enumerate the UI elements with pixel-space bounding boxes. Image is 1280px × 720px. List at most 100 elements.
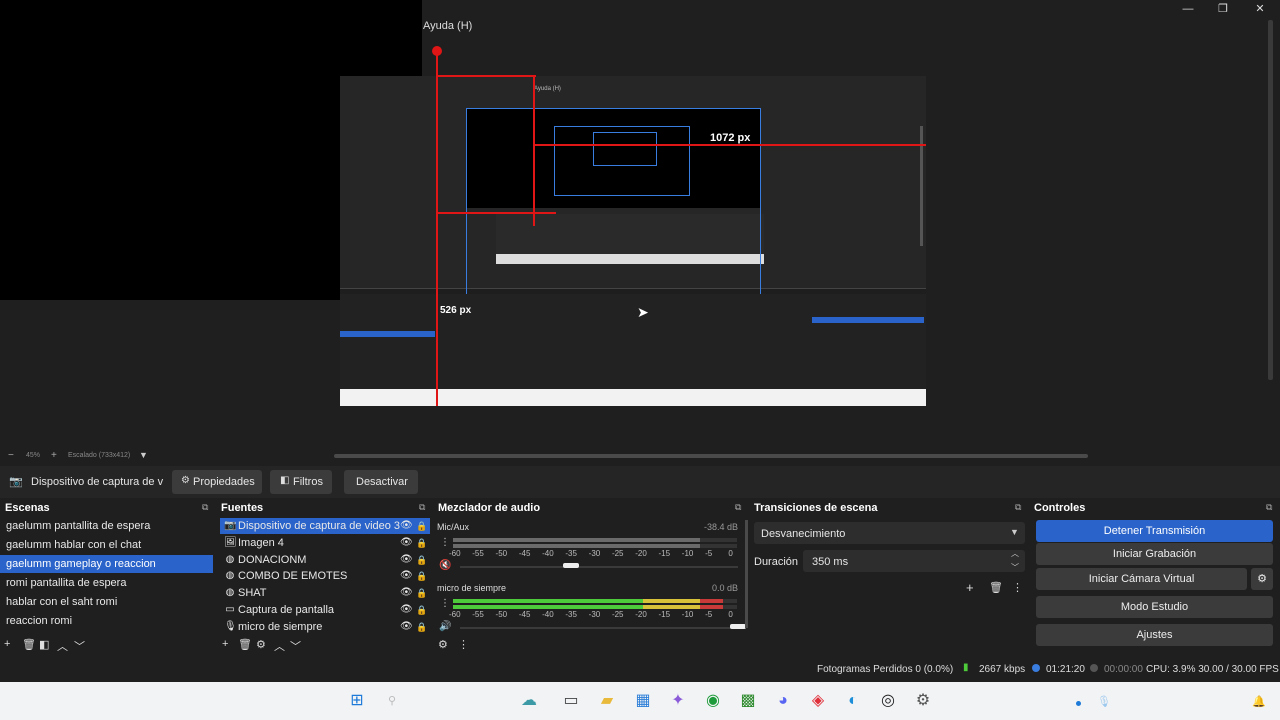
remove-scene-icon[interactable]: 🗑 xyxy=(22,638,36,651)
transitions-undock-icon[interactable]: ⧉ xyxy=(1015,502,1025,512)
volume-fader-handle[interactable] xyxy=(562,563,579,568)
preview-area[interactable]: Ayuda (H) xyxy=(340,76,926,406)
sources-title: Fuentes xyxy=(221,502,264,514)
browser-icon: ◍ xyxy=(225,587,235,599)
volume-fader-handle[interactable] xyxy=(730,624,746,629)
discord-icon[interactable]: ◕ xyxy=(772,690,794,712)
copilot-icon[interactable]: ✦ xyxy=(667,690,689,712)
visibility-icon[interactable]: 👁 xyxy=(400,518,413,534)
source-item[interactable]: ◍ COMBO DE EMOTES 👁 🔒 xyxy=(220,568,430,584)
source-item-label: micro de siempre xyxy=(238,620,323,633)
close-button[interactable]: ✕ xyxy=(1242,0,1278,18)
edge-icon[interactable]: ◐ xyxy=(842,690,864,712)
virtual-camera-button[interactable]: Iniciar Cámara Virtual xyxy=(1036,568,1247,590)
scene-item[interactable]: gaelumm pantallita de espera xyxy=(0,517,213,535)
lock-icon[interactable]: 🔒 xyxy=(416,602,427,618)
studio-mode-button[interactable]: Modo Estudio xyxy=(1036,596,1273,618)
preview-vscroll[interactable] xyxy=(1268,20,1273,380)
sources-undock-icon[interactable]: ⧉ xyxy=(419,502,429,512)
scene-filter-icon[interactable]: ◧ xyxy=(39,638,49,651)
duration-down-icon[interactable]: ﹀ xyxy=(1011,562,1019,573)
settings-button[interactable]: Ajustes xyxy=(1036,624,1273,646)
source-item[interactable]: 🖼 Imagen 4 👁 🔒 xyxy=(220,535,430,551)
task-view-icon[interactable]: ▭ xyxy=(560,690,582,712)
source-item[interactable]: ▭ Captura de pantalla 👁 🔒 xyxy=(220,602,430,618)
muted-speaker-icon[interactable]: 🔇 xyxy=(439,560,451,571)
scene-item[interactable]: hablar con el saht romi xyxy=(0,593,213,611)
visibility-icon[interactable]: 👁 xyxy=(400,552,413,568)
guide-line-h1 xyxy=(436,75,536,77)
settings-app-icon[interactable]: ⚙ xyxy=(912,690,934,712)
volume-fader-track[interactable] xyxy=(460,627,738,629)
menu-help[interactable]: Ayuda (H) xyxy=(423,20,472,32)
mixer-undock-icon[interactable]: ⧉ xyxy=(735,502,745,512)
speaker-icon[interactable]: 🔊 xyxy=(439,621,451,632)
source-item[interactable]: 🎙 micro de siempre 👁 🔒 xyxy=(220,619,430,635)
visibility-icon[interactable]: 👁 xyxy=(400,585,413,601)
virtual-camera-settings-button[interactable]: ⚙ xyxy=(1251,568,1273,590)
visibility-icon[interactable]: 👁 xyxy=(400,568,413,584)
lock-icon[interactable]: 🔒 xyxy=(416,552,427,568)
controls-undock-icon[interactable]: ⧉ xyxy=(1266,502,1276,512)
add-source-icon[interactable]: + xyxy=(222,638,228,650)
obs-icon[interactable]: ◎ xyxy=(877,690,899,712)
scene-up-icon[interactable]: ︿ xyxy=(57,638,68,654)
vivaldi-icon[interactable]: ◈ xyxy=(807,690,829,712)
add-scene-icon[interactable]: + xyxy=(4,638,10,650)
duration-up-icon[interactable]: ︿ xyxy=(1011,548,1019,559)
visibility-icon[interactable]: 👁 xyxy=(400,602,413,618)
search-icon[interactable]: ⚲ xyxy=(381,690,403,712)
windows-start-icon[interactable]: ⊞ xyxy=(346,690,368,712)
zoom-in-button[interactable]: + xyxy=(51,450,57,461)
scene-item[interactable]: gaelumm gameplay o reaccion xyxy=(0,555,213,573)
mixer-title: Mezclador de audio xyxy=(438,502,541,514)
store-icon[interactable]: ▦ xyxy=(632,690,654,712)
scale-dropdown-icon[interactable]: ▼ xyxy=(139,450,148,460)
scene-item[interactable]: romi pantallita de espera xyxy=(0,574,213,592)
scene-item[interactable]: reaccion romi xyxy=(0,612,213,630)
scenes-undock-icon[interactable]: ⧉ xyxy=(202,502,212,512)
lock-icon[interactable]: 🔒 xyxy=(416,535,427,551)
source-down-icon[interactable]: ﹀ xyxy=(290,638,301,654)
lock-icon[interactable]: 🔒 xyxy=(416,619,427,635)
channel-menu-icon[interactable]: ⋮ xyxy=(440,598,450,609)
mixer-vscroll[interactable] xyxy=(745,520,748,628)
visibility-icon[interactable]: 👁 xyxy=(400,619,413,635)
level-meter-idle xyxy=(453,544,701,548)
source-item[interactable]: 📷 Dispositivo de captura de video 3 👁 🔒 xyxy=(220,518,430,534)
zoom-out-button[interactable]: − xyxy=(8,450,14,461)
mixer-menu-icon[interactable]: ⋮ xyxy=(458,638,469,651)
visibility-icon[interactable]: 👁 xyxy=(400,535,413,551)
source-up-icon[interactable]: ︿ xyxy=(274,638,285,654)
stop-stream-button[interactable]: Detener Transmisión xyxy=(1036,520,1273,542)
source-item[interactable]: ◍ DONACIONM 👁 🔒 xyxy=(220,552,430,568)
remove-transition-icon[interactable]: 🗑 xyxy=(989,581,1003,594)
maximize-button[interactable]: ❐ xyxy=(1205,0,1241,18)
level-meter-green xyxy=(453,605,644,609)
source-item[interactable]: ◍ SHAT 👁 🔒 xyxy=(220,585,430,601)
start-recording-button[interactable]: Iniciar Grabación xyxy=(1036,543,1273,565)
source-name-label: Dispositivo de captura de v xyxy=(31,476,164,488)
scene-down-icon[interactable]: ﹀ xyxy=(74,638,85,654)
add-transition-icon[interactable]: + xyxy=(966,580,974,595)
minecraft-icon[interactable]: ▩ xyxy=(737,690,759,712)
minimize-button[interactable]: — xyxy=(1170,0,1206,18)
volume-fader-track[interactable] xyxy=(460,566,738,568)
preview-hscroll[interactable] xyxy=(334,454,1088,458)
level-meter-red xyxy=(700,599,723,603)
tray-mic-icon[interactable]: 🎙 xyxy=(1097,695,1111,708)
source-settings-icon[interactable]: ⚙ xyxy=(256,638,266,651)
scene-item[interactable]: gaelumm hablar con el chat xyxy=(0,536,213,554)
xbox-icon[interactable]: ◉ xyxy=(702,690,724,712)
lock-icon[interactable]: 🔒 xyxy=(416,518,427,534)
mixer-settings-icon[interactable]: ⚙ xyxy=(438,638,448,651)
file-explorer-icon[interactable]: ▰ xyxy=(596,690,618,712)
channel-menu-icon[interactable]: ⋮ xyxy=(440,537,450,548)
lock-icon[interactable]: 🔒 xyxy=(416,585,427,601)
lock-icon[interactable]: 🔒 xyxy=(416,568,427,584)
remove-source-icon[interactable]: 🗑 xyxy=(238,638,252,651)
meter-scale-label: -60 xyxy=(449,549,461,558)
widgets-icon[interactable]: ☁ xyxy=(512,690,546,712)
notification-icon[interactable]: 🔔 xyxy=(1252,695,1266,708)
transition-menu-icon[interactable]: ⋮ xyxy=(1012,581,1023,594)
